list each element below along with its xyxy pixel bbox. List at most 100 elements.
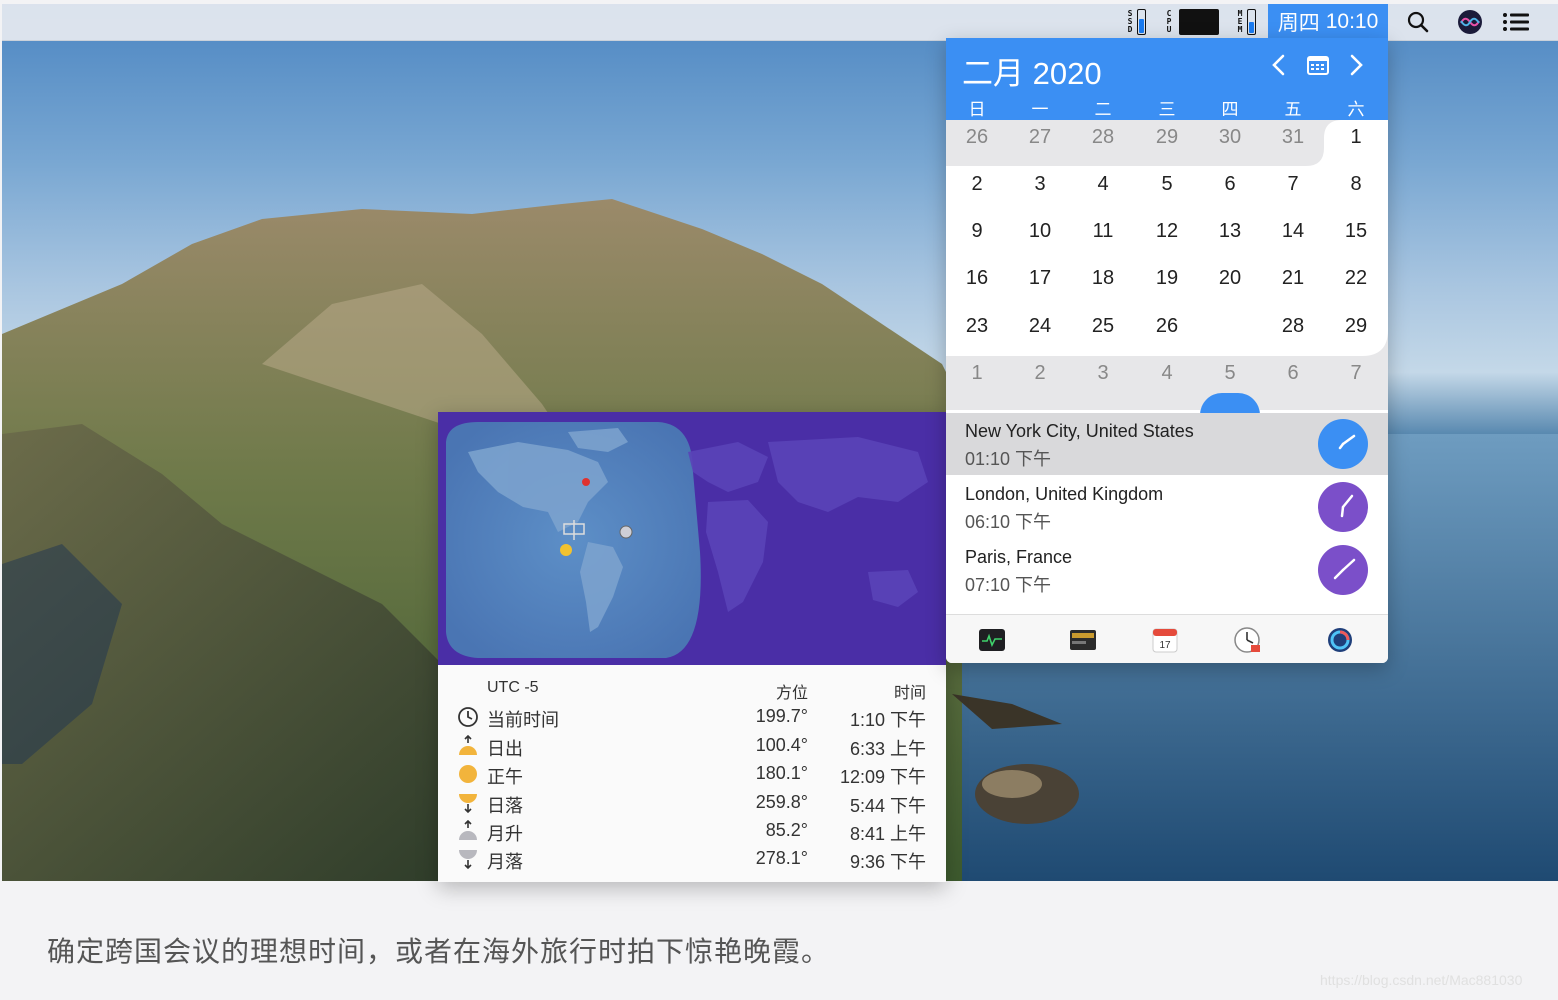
calendar-day[interactable]: 3: [1079, 358, 1127, 398]
row-time: 8:41 上午: [849, 824, 926, 844]
city-time: 01:10 下午: [965, 449, 1052, 469]
notification-center-icon[interactable]: [1498, 4, 1534, 40]
row-label: 日落: [487, 796, 523, 816]
row-time: 9:36 下午: [849, 852, 926, 872]
table-row: 日出 100.4° 6:33 上午: [438, 733, 946, 761]
sunset-icon: [459, 794, 477, 814]
console-icon[interactable]: [1069, 626, 1097, 654]
calendar-day[interactable]: 17: [1016, 263, 1064, 303]
calendar-day[interactable]: 7: [1269, 169, 1317, 209]
weekday-label: 三: [1158, 100, 1176, 119]
sun-moon-table: UTC -5 方位 时间 当前时间 199.7° 1:10 下午 日出 100.…: [438, 665, 946, 882]
mem-label: MEM: [1237, 9, 1243, 34]
calendar-day[interactable]: 2: [1016, 358, 1064, 398]
cpu-graph: [1179, 9, 1219, 35]
calendar-day[interactable]: 26: [1143, 311, 1191, 351]
calendar-day[interactable]: 5: [1143, 169, 1191, 209]
calendar-day[interactable]: 23: [953, 311, 1001, 351]
calendar-day[interactable]: 30: [1206, 122, 1254, 162]
calendar-grid-icon: [1307, 56, 1329, 75]
calendar-day[interactable]: 4: [1143, 358, 1191, 398]
prev-month-button[interactable]: [1264, 50, 1294, 80]
weekday-label: 一: [1031, 100, 1049, 119]
calendar-day[interactable]: 24: [1016, 311, 1064, 351]
spotlight-search-icon[interactable]: [1400, 4, 1436, 40]
calendar-day[interactable]: 20: [1206, 263, 1254, 303]
activity-monitor-icon[interactable]: [978, 626, 1006, 654]
calendar-day[interactable]: 28: [1079, 122, 1127, 162]
calendar-day[interactable]: 1: [953, 358, 1001, 398]
chevron-right-icon: [1350, 54, 1363, 76]
stats-app-icon[interactable]: [1326, 626, 1354, 654]
calendar-header: 二月 2020 日 一 二 三 四 五 六: [946, 38, 1388, 120]
calendar-day[interactable]: 29: [1143, 122, 1191, 162]
calendar-day[interactable]: 5: [1206, 358, 1254, 398]
next-month-button[interactable]: [1341, 50, 1371, 80]
calendar-day[interactable]: 31: [1269, 122, 1317, 162]
calendar-day[interactable]: 2: [953, 169, 1001, 209]
time-header: 时间: [893, 685, 926, 702]
calendar-day[interactable]: 25: [1079, 311, 1127, 351]
calendar-day[interactable]: 28: [1269, 311, 1317, 351]
menubar-clock[interactable]: 周四 10:10: [1268, 4, 1388, 40]
row-label: 月落: [487, 852, 523, 872]
calendar-day-today[interactable]: 27: [1206, 311, 1254, 351]
row-azimuth: 85.2°: [765, 820, 808, 840]
calendar-day[interactable]: 4: [1079, 169, 1127, 209]
calendar-day[interactable]: 12: [1143, 216, 1191, 256]
cpu-meter[interactable]: CPU: [1162, 4, 1222, 40]
city-name: London, United Kingdom: [965, 484, 1164, 504]
world-map[interactable]: [438, 412, 946, 665]
row-label: 月升: [487, 824, 523, 844]
today-button[interactable]: [1303, 50, 1333, 80]
calendar-day[interactable]: 11: [1079, 216, 1127, 256]
calendar-day[interactable]: 1: [1332, 122, 1380, 162]
table-row: 正午 180.1° 12:09 下午: [438, 761, 946, 789]
row-azimuth: 180.1°: [755, 763, 808, 783]
world-clock-row[interactable]: London, United Kingdom 06:10 下午: [946, 476, 1388, 538]
calendar-day[interactable]: 26: [953, 122, 1001, 162]
calendar-day[interactable]: 6: [1206, 169, 1254, 209]
weekday-label: 日: [968, 100, 986, 119]
row-azimuth: 259.8°: [755, 792, 808, 812]
calendar-day[interactable]: 13: [1206, 216, 1254, 256]
calendar-app-icon[interactable]: 17: [1151, 626, 1179, 654]
moonset-icon: [459, 850, 477, 870]
calendar-day[interactable]: 10: [1016, 216, 1064, 256]
calendar-panel: 二月 2020 日 一 二 三 四 五 六 26 27 28 29 30 31 1 2 3 4 5 6…: [946, 38, 1388, 663]
noon-sun-icon: [459, 765, 477, 783]
calendar-day[interactable]: 19: [1143, 263, 1191, 303]
watermark-text: https://blog.csdn.net/Mac881030: [1320, 972, 1523, 988]
calendar-day[interactable]: 15: [1332, 216, 1380, 256]
calendar-day[interactable]: 29: [1332, 311, 1380, 351]
calendar-day[interactable]: 21: [1269, 263, 1317, 303]
weekday-label: 四: [1221, 100, 1239, 119]
world-clock-row[interactable]: Paris, France 07:10 下午: [946, 539, 1388, 601]
chevron-left-icon: [1272, 54, 1285, 76]
calendar-day[interactable]: 9: [953, 216, 1001, 256]
city-name: Paris, France: [965, 547, 1073, 567]
row-label: 正午: [487, 767, 523, 787]
calendar-day[interactable]: 7: [1332, 358, 1380, 398]
calendar-day[interactable]: 18: [1079, 263, 1127, 303]
siri-icon[interactable]: [1452, 4, 1488, 40]
caption-text: 确定跨国会议的理想时间，或者在海外旅行时拍下惊艳晚霞。: [47, 936, 831, 967]
table-row: 当前时间 199.7° 1:10 下午: [438, 704, 946, 732]
calendar-day[interactable]: 8: [1332, 169, 1380, 209]
memory-meter[interactable]: MEM: [1228, 4, 1264, 40]
calendar-day[interactable]: 14: [1269, 216, 1317, 256]
calendar-day[interactable]: 27: [1016, 122, 1064, 162]
clock-app-icon[interactable]: [1233, 626, 1261, 654]
calendar-day[interactable]: 3: [1016, 169, 1064, 209]
sunrise-icon: [459, 735, 477, 755]
weekday-label: 二: [1094, 100, 1112, 119]
calendar-day[interactable]: 22: [1332, 263, 1380, 303]
timezone-label: UTC -5: [487, 679, 539, 696]
world-clock-row[interactable]: New York City, United States 01:10 下午: [946, 413, 1388, 475]
ssd-meter[interactable]: SSD: [1118, 4, 1154, 40]
calendar-day[interactable]: 16: [953, 263, 1001, 303]
menu-bar: SSD CPU MEM 周四 10:10: [2, 4, 1558, 41]
clock-time: 10:10: [1325, 10, 1379, 33]
calendar-day[interactable]: 6: [1269, 358, 1317, 398]
moonrise-icon: [459, 820, 477, 840]
